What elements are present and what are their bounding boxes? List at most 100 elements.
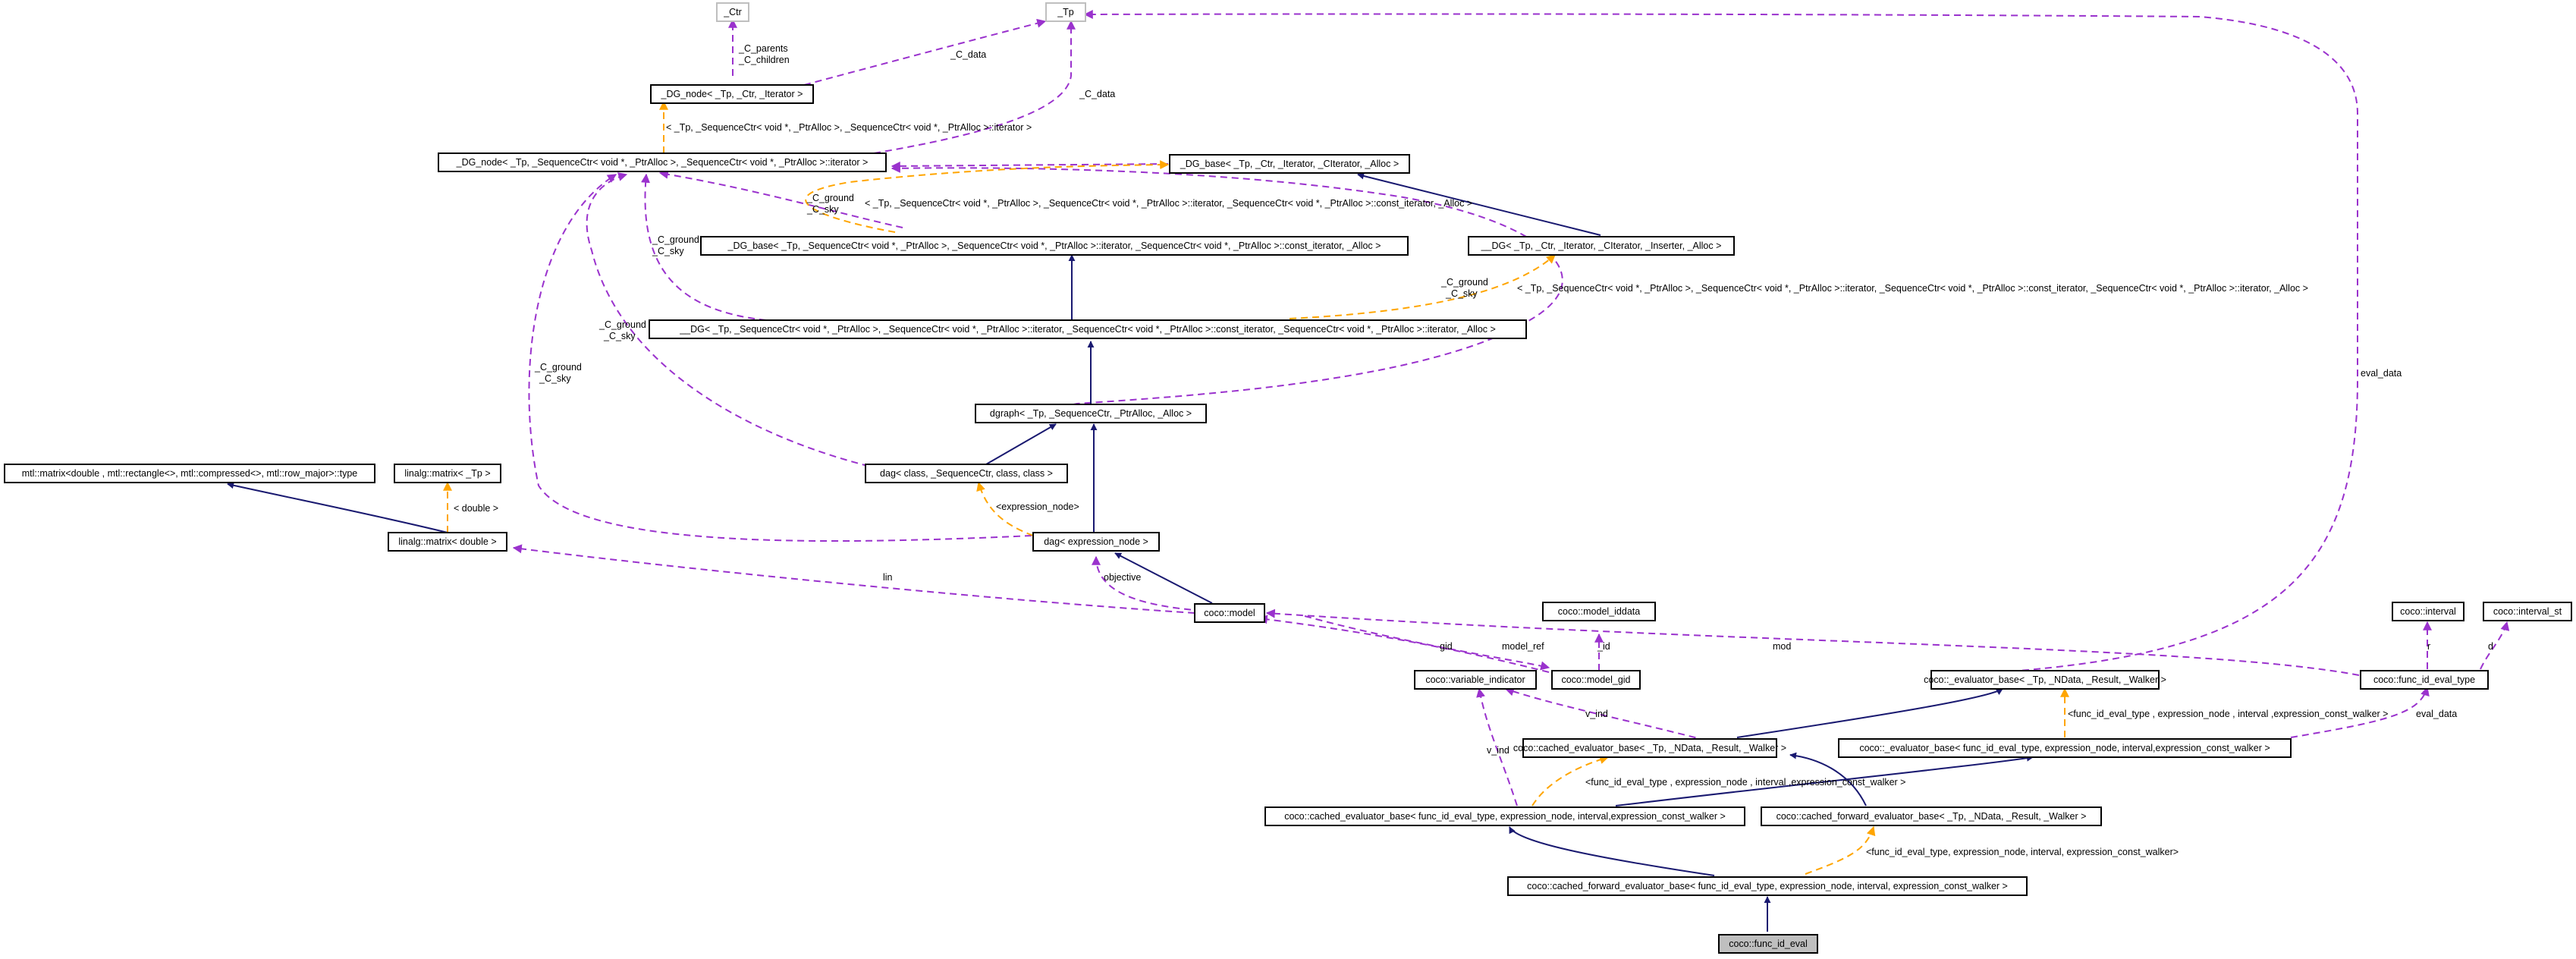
class-node-linalg-matrix-tp[interactable]: linalg::matrix< _Tp >	[394, 464, 501, 483]
class-node-label: coco::func_id_eval	[1729, 939, 1808, 949]
class-node-label: coco::cached_evaluator_base< func_id_eva…	[1284, 811, 1726, 822]
edge-label: < double >	[454, 503, 498, 514]
class-node-label: coco::interval	[2400, 606, 2456, 617]
class-node-label: coco::cached_forward_evaluator_base< fun…	[1527, 881, 2008, 891]
edge-label: v_ind	[1487, 745, 1509, 756]
edge-funcid-mod	[1265, 608, 2360, 676]
class-node-model-iddata[interactable]: coco::model_iddata	[1542, 602, 1656, 621]
class-node-label: _DG_base< _Tp, _SequenceCtr< void *, _Pt…	[727, 241, 1381, 251]
edge-label: _C_sky	[539, 373, 571, 384]
class-node-label: dag< class, _SequenceCtr, class, class >	[880, 468, 1053, 479]
edge-label: d	[2488, 641, 2493, 652]
class-node-dag-expression[interactable]: dag< expression_node >	[1032, 532, 1160, 552]
class-node-cached-evaluator-inst[interactable]: coco::cached_evaluator_base< func_id_eva…	[1264, 807, 1745, 826]
edge-cachedforwardinst-cachedinst	[1509, 826, 1715, 876]
class-node-label: linalg::matrix< double >	[398, 536, 496, 547]
class-node-evaluator-base-inst[interactable]: coco::_evaluator_base< func_id_eval_type…	[1838, 738, 2292, 758]
edge-label: eval_data	[2361, 368, 2402, 379]
class-node-label: linalg::matrix< _Tp >	[404, 468, 490, 479]
class-node-ctr[interactable]: _Ctr	[716, 2, 749, 22]
class-node-label: __DG< _Tp, _Ctr, _Iterator, _CIterator, …	[1481, 241, 1722, 251]
class-node-mtl-matrix[interactable]: mtl::matrix<double , mtl::rectangle<>, m…	[4, 464, 375, 483]
class-node-cached-forward-inst[interactable]: coco::cached_forward_evaluator_base< fun…	[1507, 876, 2028, 896]
edge-tmpl-dg	[1289, 254, 1556, 319]
edge-dgnodeinst-tp	[873, 20, 1076, 154]
edge-label: _C_sky	[652, 246, 684, 256]
class-node-label: coco::_evaluator_base< _Tp, _NData, _Res…	[1924, 674, 2166, 685]
edge-label: mod	[1773, 641, 1791, 652]
edge-label: v_ind	[1585, 709, 1608, 719]
edge-label: < _Tp, _SequenceCtr< void *, _PtrAlloc >…	[666, 122, 1032, 133]
class-node-dg-generic[interactable]: __DG< _Tp, _Ctr, _Iterator, _CIterator, …	[1468, 236, 1735, 256]
edge-label: < _Tp, _SequenceCtr< void *, _PtrAlloc >…	[865, 198, 1472, 209]
class-node-label: coco::model_iddata	[1558, 606, 1640, 617]
class-node-label: coco::cached_forward_evaluator_base< _Tp…	[1776, 811, 2087, 822]
edge-label: _C_sky	[1445, 288, 1478, 299]
edge-label: _C_ground	[534, 362, 582, 373]
edge-label: _C_children	[738, 55, 790, 65]
class-node-dg-base-inst[interactable]: _DG_base< _Tp, _SequenceCtr< void *, _Pt…	[700, 236, 1409, 256]
edge-label: <func_id_eval_type , expression_node , i…	[1585, 777, 1905, 788]
edge-label: <expression_node>	[996, 502, 1079, 512]
class-node-cached-forward-generic[interactable]: coco::cached_forward_evaluator_base< _Tp…	[1761, 807, 2102, 826]
class-node-func-id-eval-type[interactable]: coco::func_id_eval_type	[2360, 670, 2489, 690]
edge-label: _C_sky	[603, 331, 636, 341]
edge-linalg-mtl	[227, 482, 448, 533]
edge-cached-evalbase	[1736, 688, 2003, 738]
class-node-label: coco::model_gid	[1561, 674, 1630, 685]
class-node-interval-st[interactable]: coco::interval_st	[2483, 602, 2572, 621]
inheritance-collaboration-diagram: _C_data _C_data _C_parents _C_children <…	[4, 2, 2572, 954]
edge-dagexpr-ground	[528, 174, 1032, 542]
edge-evalbase-tp	[1083, 9, 2358, 673]
edge-model-lin	[512, 544, 1195, 614]
class-node-evaluator-base-generic[interactable]: coco::_evaluator_base< _Tp, _NData, _Res…	[1924, 670, 2166, 690]
class-node-tp[interactable]: _Tp	[1045, 2, 1086, 22]
edge-tmpl-cachedforward	[1805, 825, 1876, 875]
edges	[227, 9, 2510, 932]
class-node-linalg-matrix-double[interactable]: linalg::matrix< double >	[388, 532, 507, 552]
class-node-label: _DG_node< _Tp, _SequenceCtr< void *, _Pt…	[456, 157, 869, 168]
class-node-model-gid[interactable]: coco::model_gid	[1551, 670, 1641, 690]
edge-dgnode-tp	[803, 18, 1047, 86]
class-node-label: coco::cached_evaluator_base< _Tp, _NData…	[1513, 743, 1786, 753]
class-node-dg-node-inst[interactable]: _DG_node< _Tp, _SequenceCtr< void *, _Pt…	[438, 152, 887, 172]
edge-label: _C_data	[950, 49, 986, 60]
class-node-interval[interactable]: coco::interval	[2392, 602, 2464, 621]
edge-label: <func_id_eval_type, expression_node, int…	[1866, 847, 2179, 857]
class-node-cached-evaluator-generic[interactable]: coco::cached_evaluator_base< _Tp, _NData…	[1513, 738, 1786, 758]
edge-label: _C_ground	[598, 319, 646, 330]
class-node-label: _DG_node< _Tp, _Ctr, _Iterator >	[661, 89, 803, 99]
class-node-dag[interactable]: dag< class, _SequenceCtr, class, class >	[865, 464, 1068, 483]
edge-label: _C_parents	[738, 43, 788, 54]
class-node-label: mtl::matrix<double , mtl::rectangle<>, m…	[22, 468, 358, 479]
edge-label: _C_data	[1079, 89, 1115, 99]
edge-label: objective	[1104, 572, 1141, 583]
edge-label: lin	[883, 572, 893, 583]
edge-label: _C_sky	[806, 204, 839, 215]
class-node-label: _Ctr	[723, 7, 742, 17]
edge-label: _C_ground	[806, 193, 854, 203]
class-node-dg-node-generic[interactable]: _DG_node< _Tp, _Ctr, _Iterator >	[650, 84, 814, 104]
edge-label: < _Tp, _SequenceCtr< void *, _PtrAlloc >…	[1517, 283, 2308, 294]
edge-label: _C_ground	[1440, 277, 1488, 288]
class-node-func-id-eval[interactable]: coco::func_id_eval	[1718, 934, 1818, 954]
class-node-label: _DG_base< _Tp, _Ctr, _Iterator, _CIterat…	[1180, 159, 1399, 169]
class-node-variable-indicator[interactable]: coco::variable_indicator	[1414, 670, 1537, 690]
class-node-label: dag< expression_node >	[1044, 536, 1148, 547]
class-node-label: coco::func_id_eval_type	[2373, 674, 2475, 685]
class-node-dg-inst[interactable]: __DG< _Tp, _SequenceCtr< void *, _PtrAll…	[649, 319, 1527, 339]
edge-label: r	[2427, 641, 2430, 652]
class-node-label: __DG< _Tp, _SequenceCtr< void *, _PtrAll…	[679, 324, 1496, 335]
edge-label: gid	[1440, 641, 1453, 652]
edge-label: _id	[1597, 641, 1610, 652]
edge-dag-dgraph	[985, 423, 1057, 465]
edge-label: _C_ground	[652, 234, 699, 245]
edge-intervalst-d	[2480, 621, 2510, 670]
class-node-dg-base-generic[interactable]: _DG_base< _Tp, _Ctr, _Iterator, _CIterat…	[1169, 154, 1410, 174]
class-node-dgraph[interactable]: dgraph< _Tp, _SequenceCtr, _PtrAlloc, _A…	[975, 404, 1207, 423]
class-node-label: coco::variable_indicator	[1425, 674, 1525, 685]
class-node-label: dgraph< _Tp, _SequenceCtr, _PtrAlloc, _A…	[990, 408, 1192, 419]
class-node-model[interactable]: coco::model	[1194, 603, 1265, 623]
edge-label: eval_data	[2416, 709, 2457, 719]
class-node-label: coco::model	[1204, 608, 1255, 618]
